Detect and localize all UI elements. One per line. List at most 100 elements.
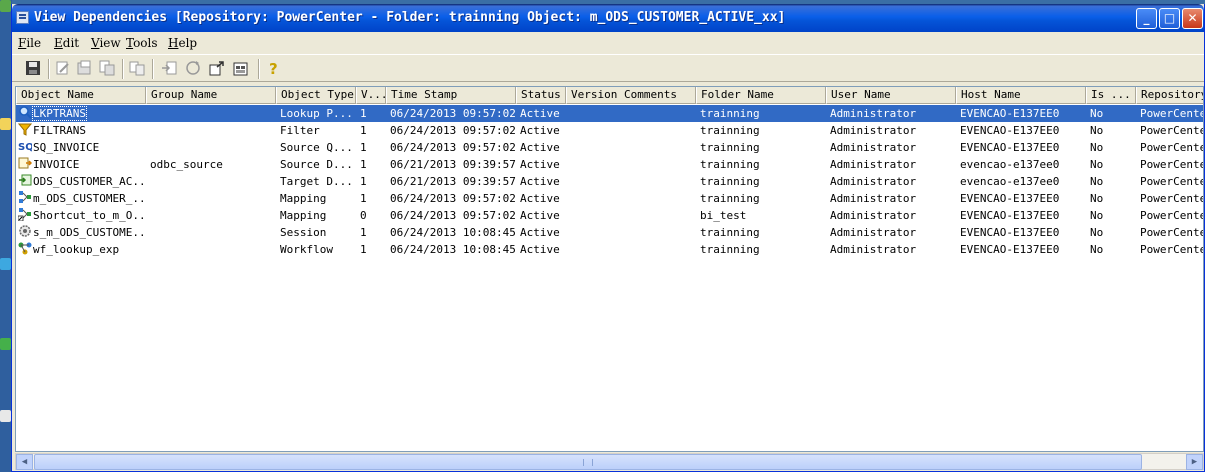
table-row[interactable]: s_m_ODS_CUSTOME... Session 1 06/24/2013 10:… (16, 224, 1203, 241)
desktop-icon[interactable] (0, 118, 11, 130)
menu-bar: File Edit View Tools Help (12, 32, 1204, 54)
col-object-name-header[interactable]: Object Name (16, 87, 146, 104)
table-row[interactable]: m_ODS_CUSTOMER_... Mapping 1 06/24/2013 09:… (16, 190, 1203, 207)
mapping-icon (18, 190, 32, 204)
help-icon[interactable]: ? (264, 59, 282, 78)
menu-tools[interactable]: Tools (126, 36, 158, 50)
horizontal-scrollbar[interactable]: ◀ ▶ (15, 453, 1204, 470)
col-repository-header[interactable]: Repository (1136, 87, 1203, 104)
refresh-icon[interactable] (184, 59, 202, 77)
col-status-cell: Active (520, 107, 560, 120)
col-time-stamp-cell: 06/21/2013 09:39:57 (390, 175, 516, 188)
shortcut-mapping-icon (17, 207, 32, 222)
col-is-shortcut-header[interactable]: Is ... (1086, 87, 1136, 104)
compare-icon[interactable] (128, 59, 146, 77)
col-version-comments-cell (566, 207, 696, 224)
col-repository-cell: PowerCenter (1140, 226, 1203, 239)
col-version-comments-header[interactable]: Version Comments (566, 87, 696, 104)
col-group-name-cell (146, 190, 276, 207)
col-host-name-header[interactable]: Host Name (956, 87, 1086, 104)
col-group-name-cell (146, 173, 276, 190)
save-icon[interactable] (24, 59, 42, 77)
object-name-label: Shortcut_to_m_O... (33, 209, 146, 222)
col-user-name-header[interactable]: User Name (826, 87, 956, 104)
filter-icon (17, 122, 33, 136)
col-version-cell: 1 (360, 175, 367, 188)
export-icon[interactable] (76, 59, 94, 77)
toolbar-separator (152, 59, 154, 79)
table-row[interactable]: ODS_CUSTOMER_AC... Target D... 1 06/21/2013… (16, 173, 1203, 190)
desktop-icon[interactable] (0, 410, 11, 422)
close-button[interactable]: ✕ (1182, 8, 1203, 29)
col-group-name-cell (146, 105, 276, 122)
toolbar-separator (122, 59, 124, 79)
import-icon[interactable] (160, 59, 178, 77)
col-object-name-cell: m_ODS_CUSTOMER_... (16, 190, 146, 207)
col-is-shortcut-cell: No (1090, 158, 1104, 171)
scroll-left-button[interactable]: ◀ (16, 454, 33, 470)
col-version-comments-cell (566, 224, 696, 241)
title-bar[interactable]: View Dependencies [Repository: PowerCent… (12, 4, 1204, 32)
col-status-cell: Active (520, 243, 560, 256)
col-time-stamp-header[interactable]: Time Stamp (386, 87, 516, 104)
dependencies-table: Object Name Group Name Object Type V... Time… (15, 86, 1204, 452)
table-row[interactable]: INVOICE odbc_source Source D... 1 06/21/2013… (16, 156, 1203, 173)
col-host-name-cell: evencao-e137ee0 (960, 158, 1060, 171)
toolbar-separator (48, 59, 50, 79)
col-group-name-header[interactable]: Group Name (146, 87, 276, 104)
col-time-stamp-cell: 06/24/2013 09:57:02 (390, 192, 516, 205)
col-object-name-cell: Shortcut_to_m_O... (16, 207, 146, 224)
source-definition-icon (18, 156, 33, 170)
col-time-stamp-cell: 06/24/2013 09:57:02 (390, 107, 516, 120)
col-group-name-cell (146, 122, 276, 139)
col-object-type-cell: Mapping (280, 209, 327, 222)
table-row[interactable]: wf_lookup_exp Workflow 1 06/24/2013 10:08:4… (16, 241, 1203, 258)
col-folder-name-header[interactable]: Folder Name (696, 87, 826, 104)
col-version-comments-cell (566, 122, 696, 139)
copy-icon[interactable] (98, 59, 116, 77)
scroll-right-button[interactable]: ▶ (1186, 454, 1203, 470)
col-version-header[interactable]: V... (356, 87, 386, 104)
edit-properties-icon[interactable] (54, 59, 72, 77)
minimize-button[interactable]: _ (1136, 8, 1157, 29)
col-folder-name-cell: trainning (700, 192, 760, 205)
maximize-button[interactable]: □ (1159, 8, 1180, 29)
table-row[interactable]: Shortcut_to_m_O... Mapping 0 06/24/2013 09:… (16, 207, 1203, 224)
scroll-thumb[interactable] (34, 454, 1142, 470)
col-object-type-cell: Source D... (280, 158, 353, 171)
col-object-type-cell: Mapping (280, 192, 327, 205)
col-user-name-cell: Administrator (830, 192, 917, 205)
col-status-header[interactable]: Status (516, 87, 566, 104)
col-time-stamp-cell: 06/21/2013 09:39:57 (390, 158, 516, 171)
col-object-name-cell: ODS_CUSTOMER_AC... (16, 173, 146, 190)
table-row[interactable]: SQSQ_INVOICE Source Q... 1 06/24/2013 09:57… (16, 139, 1203, 156)
menu-edit[interactable]: Edit (54, 36, 79, 50)
col-status-cell: Active (520, 124, 560, 137)
table-row[interactable]: FILTRANS Filter 1 06/24/2013 09:57:02 Active… (16, 122, 1203, 139)
menu-view[interactable]: View (91, 36, 121, 50)
col-object-type-cell: Filter (280, 124, 320, 137)
menu-file[interactable]: File (18, 36, 41, 50)
table-row[interactable]: LKPTRANS Lookup P... 1 06/24/2013 09:57:02 A… (16, 105, 1203, 122)
col-object-name-cell: SQSQ_INVOICE (16, 139, 146, 156)
desktop-icon[interactable] (0, 338, 11, 350)
desktop-icon[interactable] (0, 0, 11, 12)
col-object-name-cell: wf_lookup_exp (16, 241, 146, 258)
menu-help[interactable]: Help (168, 36, 197, 50)
target-definition-icon (18, 173, 32, 187)
col-is-shortcut-cell: No (1090, 107, 1104, 120)
col-object-type-header[interactable]: Object Type (276, 87, 356, 104)
object-name-label: FILTRANS (33, 124, 86, 137)
col-host-name-cell: EVENCAO-E137EE0 (960, 124, 1060, 137)
desktop-icon[interactable] (0, 258, 11, 270)
col-version-comments-cell (566, 156, 696, 173)
col-status-cell: Active (520, 141, 560, 154)
window-title: View Dependencies [Repository: PowerCent… (34, 10, 786, 25)
col-host-name-cell: EVENCAO-E137EE0 (960, 226, 1060, 239)
properties-icon[interactable] (232, 59, 250, 77)
col-group-name-cell (146, 241, 276, 258)
col-folder-name-cell: trainning (700, 226, 760, 239)
open-icon[interactable] (208, 59, 226, 77)
col-is-shortcut-cell: No (1090, 141, 1104, 154)
col-repository-cell: PowerCenter (1140, 209, 1203, 222)
